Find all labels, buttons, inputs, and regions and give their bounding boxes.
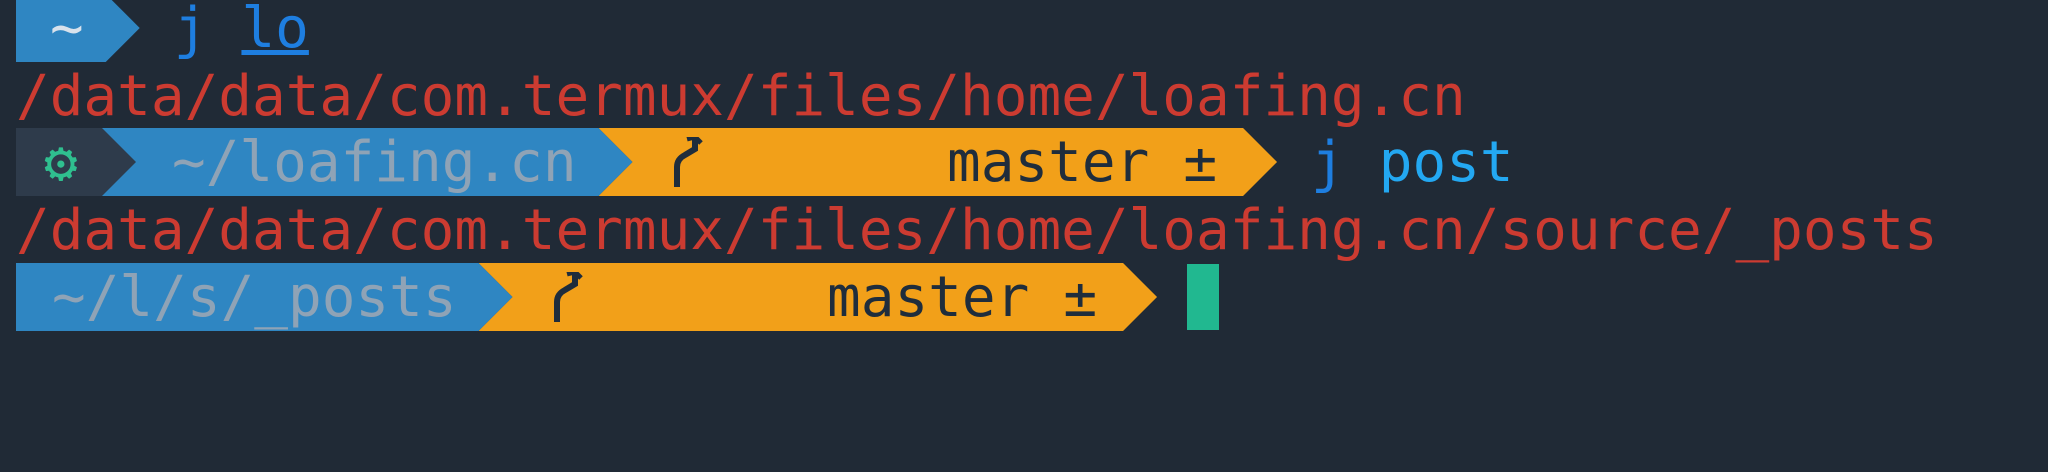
branch-name: master (947, 129, 1150, 195)
dirty-marker: ± (1183, 129, 1218, 195)
dir-text: ~ (50, 0, 84, 61)
command-argument: post (1378, 129, 1514, 195)
gear-icon: ⚙ (44, 129, 78, 195)
dir-segment: ~ (16, 0, 140, 62)
git-segment: master ± (479, 263, 1157, 331)
command-argument: lo (241, 0, 309, 61)
output-line-2: /data/data/com.termux/files/home/loafing… (16, 197, 1938, 263)
command-name: j (1311, 129, 1345, 195)
dir-segment: ~/loafing.cn (102, 128, 633, 196)
dir-text: ~/l/s/_posts (52, 264, 457, 330)
dir-text: ~/loafing.cn (172, 129, 577, 195)
prompt-line-3: ~/l/s/_posts master ± (16, 263, 1220, 331)
output-line-1: /data/data/com.termux/files/home/loafing… (16, 63, 1466, 129)
command-name: j (173, 0, 208, 61)
git-segment: master ± (599, 128, 1277, 196)
terminal-window[interactable]: ~ j lo /data/data/com.termux/files/home/… (0, 0, 2048, 472)
text-cursor[interactable] (1187, 264, 1220, 330)
dirty-marker: ± (1063, 264, 1098, 330)
prompt-line-1: ~ j lo (16, 0, 309, 62)
branch-name: master (827, 264, 1030, 330)
dir-segment: ~/l/s/_posts (16, 263, 513, 331)
prompt-line-2: ⚙ ~/loafing.cn master ± j post (16, 128, 1514, 196)
